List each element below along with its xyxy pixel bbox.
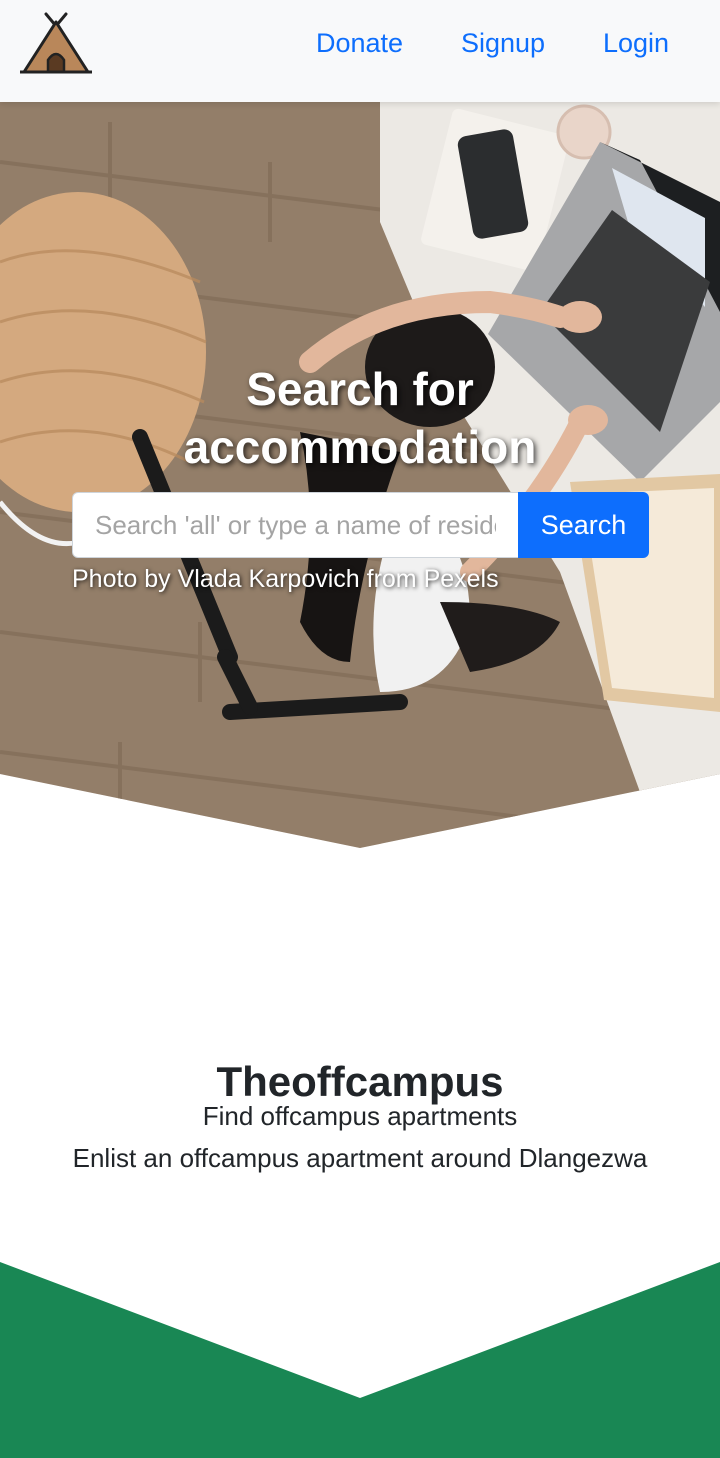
about-line-enlist: Enlist an offcampus apartment around Dla… [72, 1143, 648, 1173]
about-line-find: Find offcampus apartments [202, 1101, 518, 1131]
search-form: Search [72, 492, 649, 558]
brand-logo[interactable] [18, 12, 94, 76]
nav-login-link[interactable]: Login [603, 26, 669, 60]
search-input[interactable] [72, 492, 519, 558]
hero-title-line-1: Search for [246, 363, 474, 415]
hero-section: Search for accommodation Search Photo by… [0, 102, 720, 848]
search-button[interactable]: Search [518, 492, 649, 558]
hero-title: Search for accommodation [0, 360, 720, 476]
tent-icon [18, 12, 94, 74]
nav-donate-link[interactable]: Donate [316, 26, 403, 60]
nav-signup-link[interactable]: Signup [461, 26, 545, 60]
photo-credit: Photo by Vlada Karpovich from Pexels [72, 565, 499, 593]
hero-title-line-2: accommodation [183, 421, 537, 473]
green-chevron-band [0, 1262, 720, 1458]
navbar: Donate Signup Login [0, 0, 720, 102]
